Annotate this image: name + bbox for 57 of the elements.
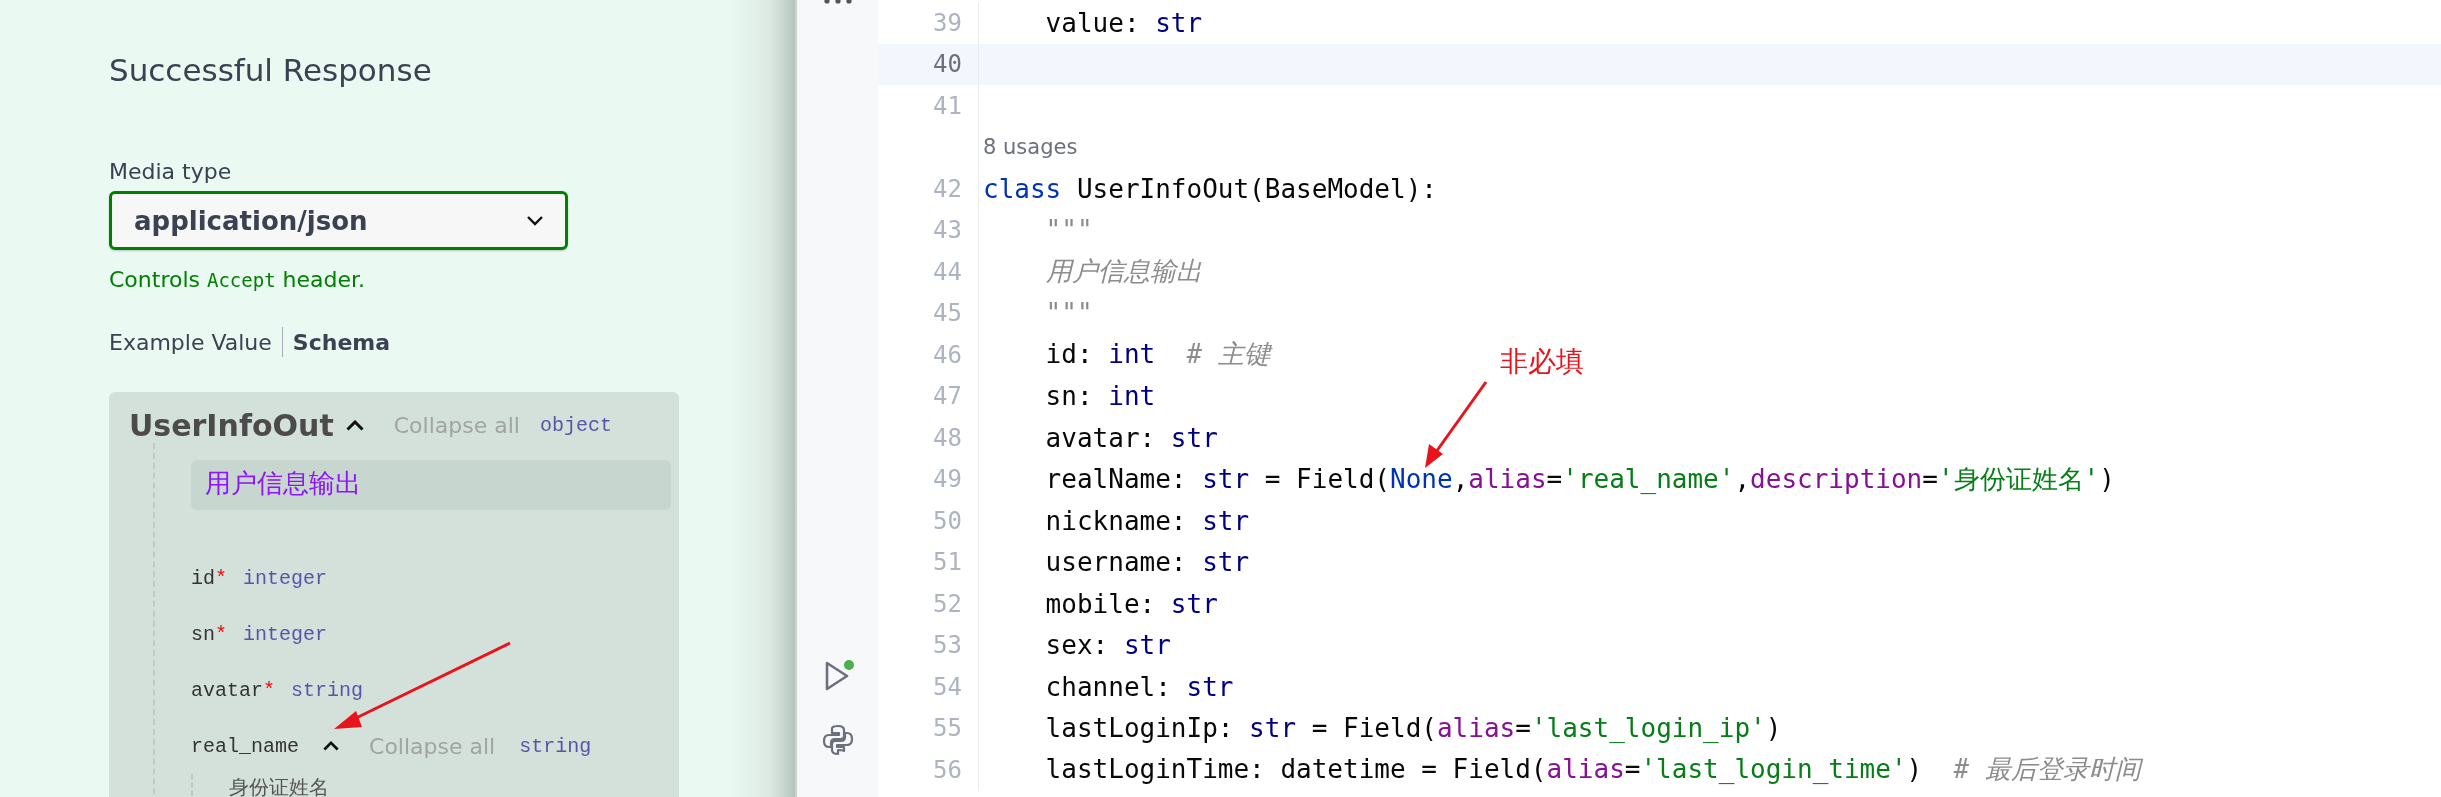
line-number: 53 <box>932 631 963 660</box>
code-line: lastLoginTime: datetime = Field(alias='last_login_time') # 最后登录时间 <box>1044 753 2141 787</box>
example-tab[interactable]: Schema <box>292 329 391 355</box>
code-line: username: str <box>1044 547 1250 578</box>
line-number: 40 <box>932 50 963 79</box>
line-number: 45 <box>932 299 963 328</box>
line-number: 41 <box>932 91 963 120</box>
code-line: lastLoginIp: str = Field(alias='last_login_ip') <box>1044 713 1782 744</box>
code-line: value: str <box>1044 7 1203 38</box>
code-line: """ <box>1044 298 1093 329</box>
line-number: 39 <box>932 8 963 37</box>
example-tab[interactable]: Example Value <box>109 329 272 355</box>
field-type: integer <box>243 622 328 646</box>
caret-up-icon[interactable] <box>345 420 364 431</box>
field-name: avatar* <box>191 678 276 702</box>
line-number: 44 <box>932 257 963 286</box>
media-type-label: Media type <box>109 158 232 186</box>
field-name: real_name <box>191 734 300 758</box>
code-line: sex: str <box>1044 630 1171 661</box>
code-line: realName: str = Field(None,alias='real_name',description='身份证姓名') <box>1044 462 2115 496</box>
line-number: 43 <box>932 216 963 245</box>
code-line: nickname: str <box>1044 505 1250 536</box>
field-name: sn* <box>191 622 228 646</box>
python-icon[interactable] <box>820 723 855 757</box>
response-title: Successful Response <box>109 51 432 90</box>
line-number: 42 <box>932 174 963 203</box>
line-number: 54 <box>932 672 963 701</box>
line-number: 46 <box>932 340 963 369</box>
line-number: 49 <box>932 465 963 494</box>
line-number: 52 <box>932 589 963 618</box>
line-number: 51 <box>932 548 963 577</box>
model-name: UserInfoOut <box>129 408 334 443</box>
field-type: integer <box>243 566 328 590</box>
code-line: channel: str <box>1044 671 1234 702</box>
model-description: 用户信息输出 <box>191 460 671 510</box>
code-line: mobile: str <box>1044 588 1218 619</box>
field-type: string <box>519 734 592 758</box>
code-line: """ <box>1044 215 1093 246</box>
field-name: id* <box>191 566 228 590</box>
line-number: 47 <box>932 382 963 411</box>
code-line: class UserInfoOut(BaseModel): <box>983 173 1437 204</box>
field-description: 身份证姓名 <box>229 775 329 797</box>
field-type: string <box>291 678 364 702</box>
code-line: sn: int <box>1044 381 1156 412</box>
annotation-label: 非必填 <box>1500 344 1584 380</box>
code-line: avatar: str <box>1044 422 1218 453</box>
line-number: 50 <box>932 506 963 535</box>
chevron-down-icon <box>527 215 543 226</box>
usages-hint[interactable]: 8 usages <box>983 135 1078 160</box>
code-line: 用户信息输出 <box>1044 255 1202 289</box>
model-type: object <box>539 414 612 437</box>
caret-up-icon[interactable] <box>323 741 340 751</box>
line-number: 56 <box>932 755 963 784</box>
line-number: 48 <box>932 423 963 452</box>
media-type-select[interactable]: application/json <box>109 191 568 250</box>
line-number: 55 <box>932 714 963 743</box>
controls-note: Controls Accept header. <box>109 266 366 294</box>
